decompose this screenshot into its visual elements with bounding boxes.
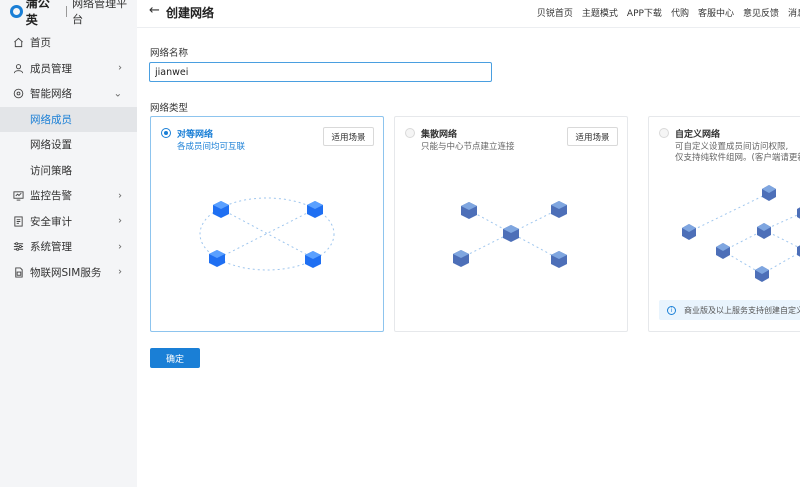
network-icon — [12, 88, 24, 100]
sidebar-item-monitoring[interactable]: 监控告警 › — [0, 183, 137, 209]
link-messages[interactable]: 消息 — [788, 6, 800, 19]
chevron-right-icon: › — [118, 215, 122, 227]
sidebar-item-label: 首页 — [30, 37, 51, 50]
link-feedback[interactable]: 意见反馈 — [743, 6, 779, 19]
sidebar-item-home[interactable]: 首页 — [0, 30, 137, 56]
sidebar-item-network-members[interactable]: 网络成员 — [0, 106, 137, 132]
sidebar: 蒲公英 网络管理平台 首页 成员管理 › 智能网络 ⌄ 网络成员 网络设置 访问… — [0, 0, 137, 487]
sidebar-item-label: 安全审计 — [30, 215, 72, 228]
sidebar-item-members[interactable]: 成员管理 › — [0, 56, 137, 82]
brand-divider — [66, 5, 68, 17]
node-cube-icon — [755, 266, 769, 282]
link-purchase[interactable]: 代购 — [671, 6, 689, 19]
node-cube-icon — [762, 185, 776, 201]
sidebar-item-label: 系统管理 — [30, 241, 72, 254]
settings-icon — [12, 241, 24, 253]
node-cube-icon — [757, 223, 771, 239]
node-cube-icon — [682, 224, 696, 240]
info-icon: i — [667, 305, 676, 315]
node-cube-icon — [453, 250, 469, 267]
user-icon — [12, 62, 24, 74]
network-type-card-p2p[interactable]: 对等网络 各成员间均可互联 适用场景 — [150, 116, 384, 332]
home-icon — [12, 37, 24, 49]
network-name-label: 网络名称 — [150, 48, 189, 59]
sidebar-item-label: 访问策略 — [30, 164, 72, 177]
node-cube-icon — [551, 201, 567, 218]
audit-icon — [12, 215, 24, 227]
chevron-right-icon: › — [118, 62, 122, 74]
chevron-right-icon: › — [118, 266, 122, 278]
back-arrow-icon[interactable]: ← — [149, 3, 160, 18]
network-type-card-hub[interactable]: 集散网络 只能与中心节点建立连接 适用场景 — [394, 116, 628, 332]
hub-topology-diagram — [453, 201, 567, 268]
brand-subtitle: 网络管理平台 — [72, 0, 128, 26]
sidebar-nav: 首页 成员管理 › 智能网络 ⌄ 网络成员 网络设置 访问策略 监控告警 › 安… — [0, 30, 137, 285]
link-support[interactable]: 客服中心 — [698, 6, 734, 19]
notice-text: 商业版及以上服务支持创建自定义网 — [684, 305, 800, 315]
link-oray-home[interactable]: 贝锐首页 — [537, 6, 573, 19]
chevron-right-icon: › — [118, 241, 122, 253]
sidebar-item-access-policy[interactable]: 访问策略 — [0, 158, 137, 184]
node-cube-icon — [209, 250, 225, 267]
chevron-right-icon: › — [118, 190, 122, 202]
dandelion-logo-icon — [10, 4, 23, 18]
node-cube-icon — [551, 251, 567, 268]
node-cube-icon — [716, 243, 730, 259]
sidebar-item-label: 物联网SIM服务 — [30, 266, 102, 279]
monitor-icon — [12, 190, 24, 202]
top-links: 贝锐首页 主题模式 APP下载 代购 客服中心 意见反馈 消息 — [528, 6, 800, 19]
upgrade-notice: i 商业版及以上服务支持创建自定义网 — [659, 300, 800, 320]
network-type-card-custom[interactable]: 自定义网络 可自定义设置成员间访问权限, 仅支持纯软件组网。(客户端请更新至最 … — [648, 116, 800, 332]
page-title: 创建网络 — [166, 6, 215, 20]
brand-name: 蒲公英 — [25, 0, 50, 27]
sidebar-item-network-settings[interactable]: 网络设置 — [0, 132, 137, 158]
node-cube-icon — [307, 201, 323, 218]
hub-cube-icon — [503, 225, 519, 242]
sidebar-item-system[interactable]: 系统管理 › — [0, 234, 137, 260]
node-cube-icon — [213, 201, 229, 218]
sim-icon — [12, 266, 24, 278]
sidebar-item-label: 网络成员 — [30, 113, 72, 126]
sidebar-item-smart-network[interactable]: 智能网络 ⌄ — [0, 81, 137, 107]
sidebar-item-label: 网络设置 — [30, 139, 72, 152]
network-name-input[interactable] — [149, 62, 492, 82]
network-type-label: 网络类型 — [150, 103, 189, 114]
confirm-button[interactable]: 确定 — [150, 348, 200, 368]
link-app-download[interactable]: APP下载 — [627, 6, 662, 19]
sidebar-item-iot-sim[interactable]: 物联网SIM服务 › — [0, 260, 137, 286]
node-cube-icon — [305, 251, 321, 268]
node-cube-icon — [461, 202, 477, 219]
chevron-down-icon: ⌄ — [113, 88, 122, 100]
p2p-topology-diagram — [199, 197, 335, 271]
sidebar-item-label: 监控告警 — [30, 190, 72, 203]
link-theme-mode[interactable]: 主题模式 — [582, 6, 618, 19]
brand[interactable]: 蒲公英 网络管理平台 — [10, 0, 137, 27]
sidebar-item-label: 智能网络 — [30, 88, 72, 101]
sidebar-item-security-audit[interactable]: 安全审计 › — [0, 209, 137, 235]
sidebar-item-label: 成员管理 — [30, 62, 72, 75]
top-header: ← 创建网络 贝锐首页 主题模式 APP下载 代购 客服中心 意见反馈 消息 — [137, 0, 800, 28]
